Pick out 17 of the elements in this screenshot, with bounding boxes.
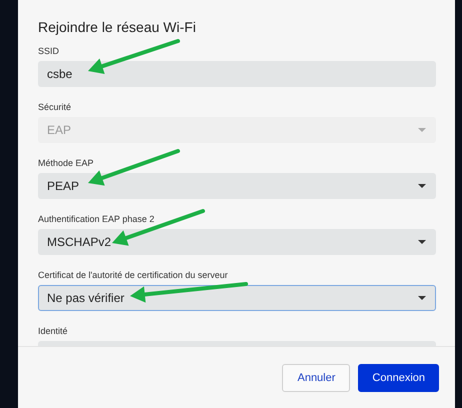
field-label: Authentification EAP phase 2 <box>38 214 156 224</box>
field-label: Sécurité <box>38 102 72 112</box>
caret-icon <box>418 128 426 132</box>
dropdown[interactable]: Ne pas vérifier <box>38 285 436 311</box>
connect-button[interactable]: Connexion <box>358 364 439 392</box>
caret-icon <box>418 296 426 300</box>
caret-icon <box>418 240 426 244</box>
cancel-button[interactable]: Annuler <box>282 364 350 392</box>
field-label: Certificat de l'autorité de certification du serveur <box>38 270 229 280</box>
dialog-title: Rejoindre le réseau Wi-Fi <box>38 19 197 35</box>
dropdown[interactable]: PEAP <box>38 173 436 199</box>
field-label: Méthode EAP <box>38 158 95 168</box>
dropdown[interactable]: MSCHAPv2 <box>38 229 436 255</box>
caret-icon <box>418 184 426 188</box>
input-field[interactable]: csbe <box>38 61 436 87</box>
field-label: SSID <box>38 46 60 56</box>
field-label: Identité <box>38 326 69 336</box>
